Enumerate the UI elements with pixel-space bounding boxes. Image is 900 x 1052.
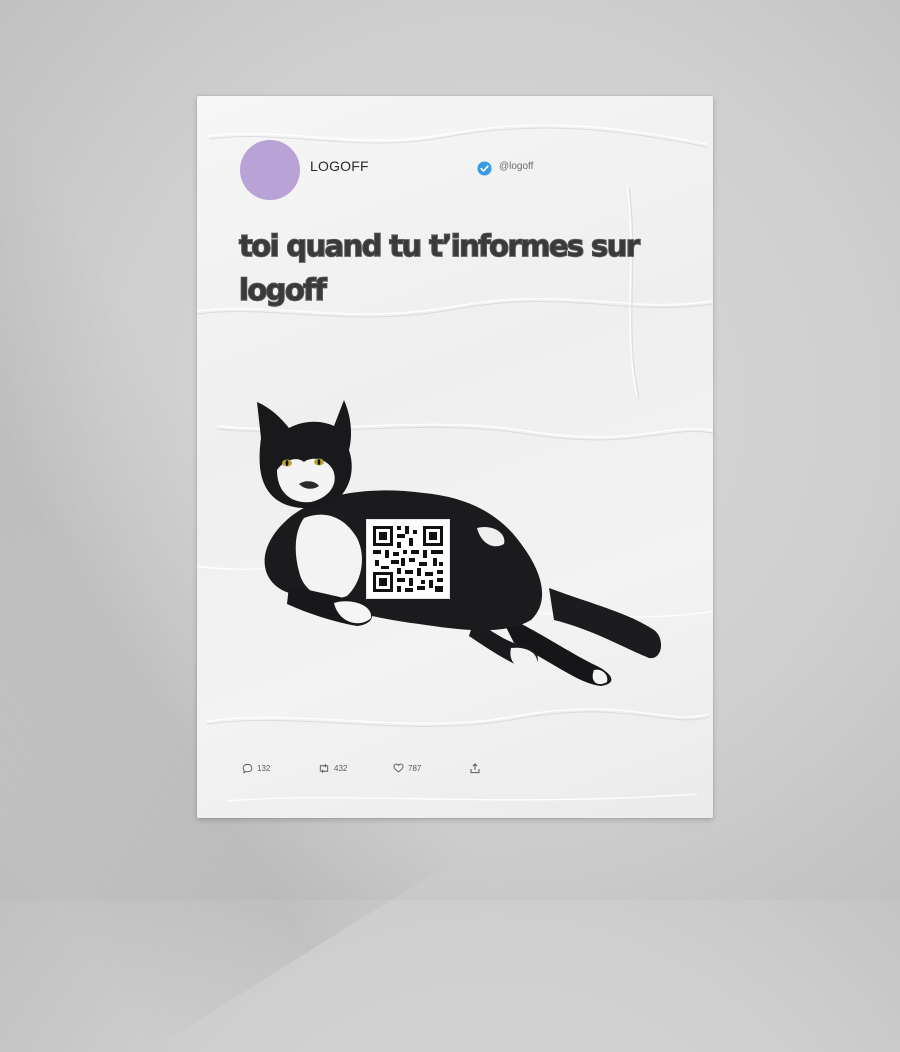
reply-button[interactable]: 132 [242,763,270,774]
user-handle[interactable]: @logoff [499,161,533,172]
verified-badge-icon [477,161,492,176]
retweet-button[interactable]: 432 [318,763,347,774]
verified-badge-circle [477,161,492,176]
comment-icon [242,763,253,774]
like-button[interactable]: 787 [393,763,421,773]
share-icon [470,763,480,774]
tweet-text-line1: toi quand tu t’informes sur [238,228,640,263]
display-name[interactable]: LOGOFF [310,158,369,174]
like-count: 787 [408,763,422,773]
tweet-text: toi quand tu t’informes sur logoff [238,224,669,312]
avatar[interactable] [240,140,300,200]
tuxedo-cat-image [257,400,662,686]
heart-icon [393,763,404,773]
share-button[interactable] [470,763,480,774]
tweet-text-line2: logoff [238,272,327,307]
qr-code-icon[interactable] [366,519,450,599]
reply-count: 132 [257,764,271,773]
retweet-icon [319,764,329,773]
retweet-count: 432 [334,764,348,773]
tweet-poster: LOGOFF @logoff toi quand tu t’informes s… [197,96,713,818]
